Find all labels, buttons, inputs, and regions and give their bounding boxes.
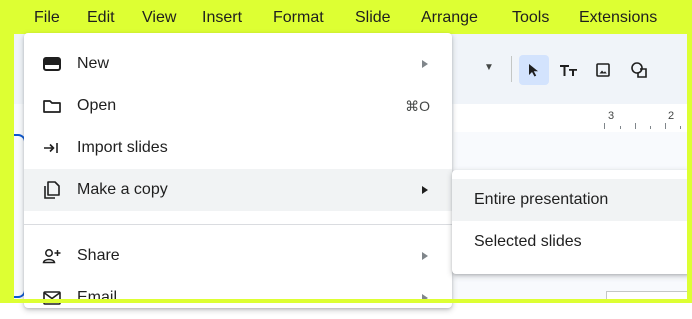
menu-item-make-a-copy[interactable]: Make a copy [24,169,452,211]
menu-view[interactable]: View [142,9,176,27]
horizontal-ruler: 3 2 [454,104,687,133]
menu-tools[interactable]: Tools [512,9,549,27]
menu-slide[interactable]: Slide [355,9,391,27]
submenu-item-entire-presentation[interactable]: Entire presentation [452,179,692,221]
menu-arrange[interactable]: Arrange [421,9,478,27]
make-a-copy-submenu: Entire presentation Selected slides [452,170,692,274]
menu-file[interactable]: File [34,9,60,27]
cursor-arrow-icon [529,64,538,77]
menu-item-open[interactable]: Open ⌘O [24,85,452,127]
ruler-tick [635,123,636,129]
screenshot-border-left [0,0,14,303]
toolbar-separator [511,56,512,82]
insert-image-button[interactable] [588,55,618,85]
import-icon [40,136,64,160]
ruler-number: 2 [668,110,675,122]
ruler-tick [680,126,681,129]
menu-item-label: Make a copy [77,181,168,198]
submenu-item-label: Selected slides [474,233,582,250]
text-box-icon [560,65,577,76]
screenshot-border-right [687,0,692,303]
submenu-item-label: Entire presentation [474,191,609,208]
menu-item-share[interactable]: Share [24,235,452,277]
menu-item-email[interactable]: Email [24,277,452,319]
menu-bar: File Edit View Insert Format Slide Arran… [0,0,692,34]
new-slides-icon [40,52,64,76]
email-icon [40,286,64,310]
menu-item-label: Share [77,247,120,264]
ruler-tick [650,126,651,129]
menu-extensions[interactable]: Extensions [579,9,657,27]
submenu-arrow-icon [422,186,428,194]
text-box-button[interactable] [554,55,584,85]
share-person-icon [40,244,64,268]
menu-item-new[interactable]: New [24,43,452,85]
image-icon [596,63,610,77]
shape-button[interactable] [624,55,654,85]
ruler-tick [604,123,605,129]
keyboard-shortcut: ⌘O [405,97,430,114]
ruler-tick [665,123,666,129]
menu-insert[interactable]: Insert [202,9,242,27]
menu-item-label: Email [77,289,118,306]
ruler-number: 3 [608,110,615,122]
screenshot-border-bottom [0,299,692,303]
submenu-arrow-icon [422,252,428,260]
menu-item-import-slides[interactable]: Import slides [24,127,452,169]
folder-icon [40,94,64,118]
menu-item-label: Open [77,97,117,114]
menu-item-label: Import slides [77,139,168,156]
file-menu-dropdown: New Open ⌘O Import slides Make a copy Sh… [24,33,452,308]
copy-icon [40,178,64,202]
shapes-icon [631,62,647,78]
ruler-tick [620,126,621,129]
submenu-arrow-icon [422,60,428,68]
menu-divider [24,224,452,225]
menu-item-label: New [77,55,110,72]
zoom-dropdown-caret-icon[interactable]: ▼ [484,62,494,73]
submenu-item-selected-slides[interactable]: Selected slides [452,221,692,263]
menu-format[interactable]: Format [273,9,324,27]
select-tool-button[interactable] [519,55,549,85]
menu-edit[interactable]: Edit [87,9,115,27]
